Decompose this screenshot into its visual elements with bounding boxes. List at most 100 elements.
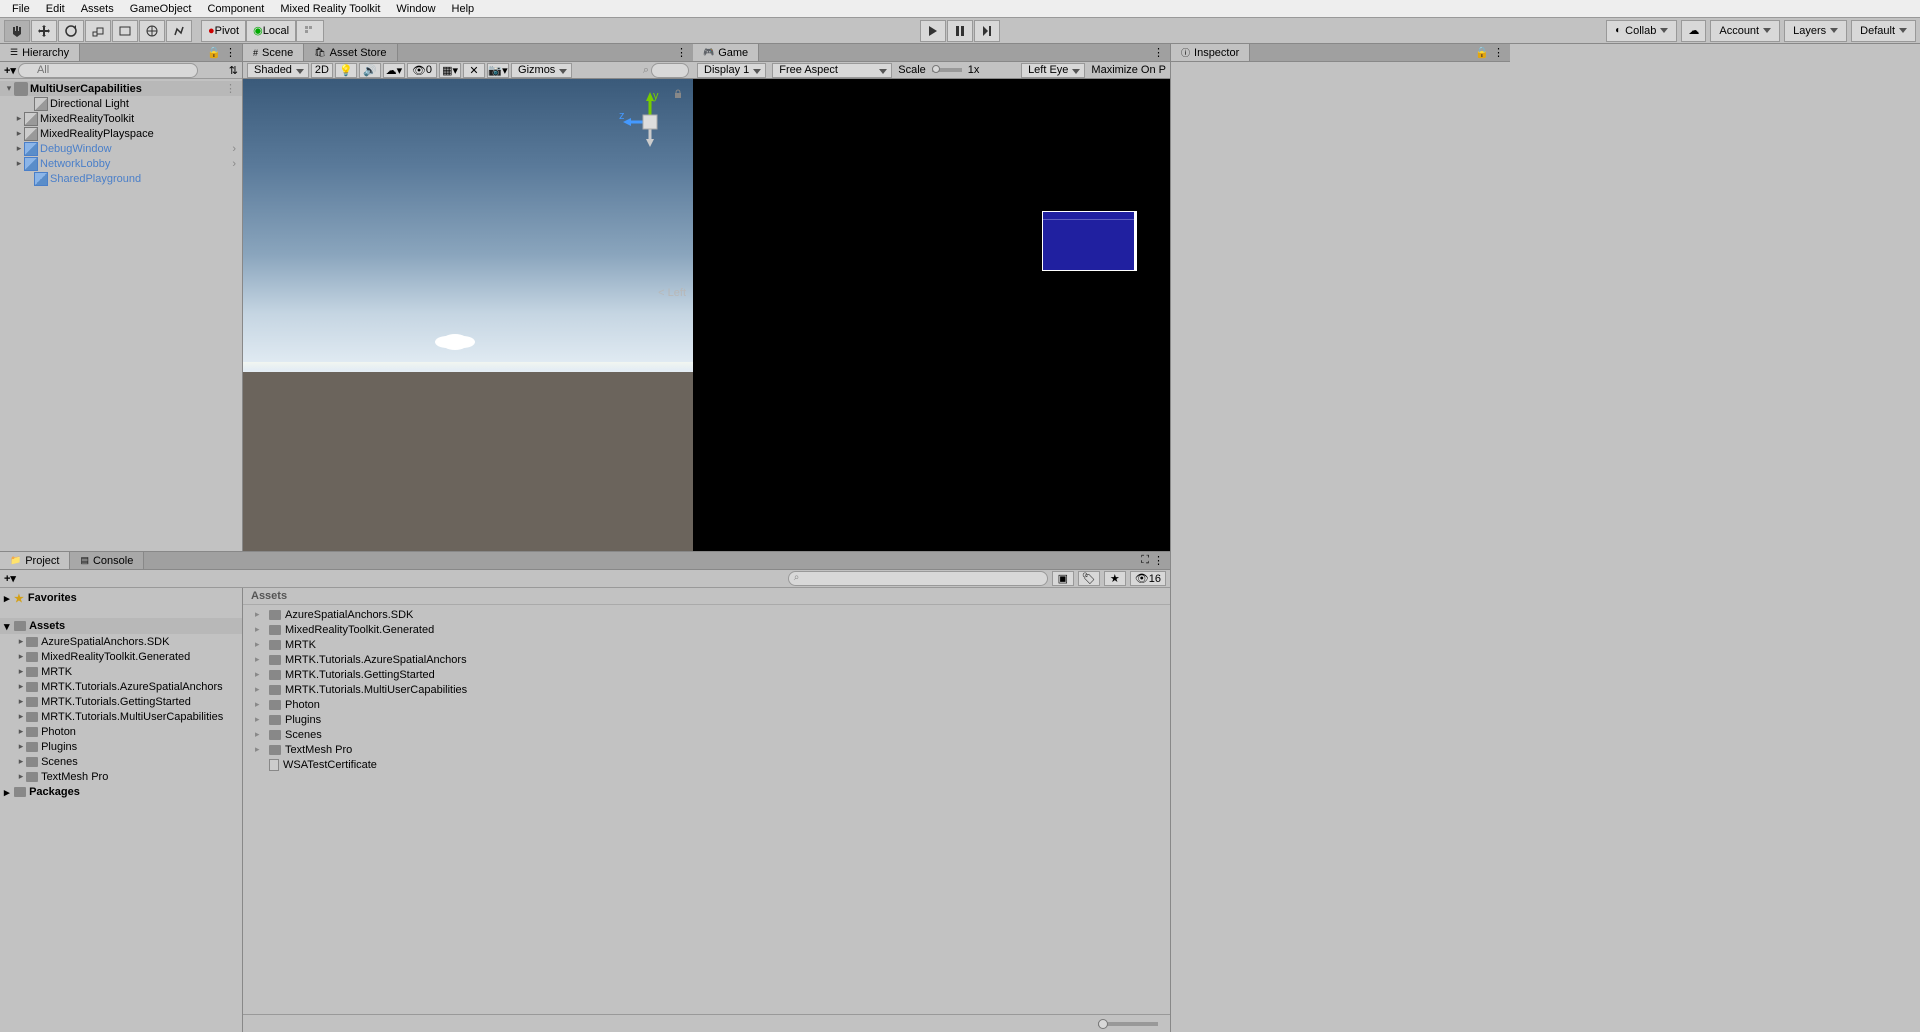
asset-folder[interactable]: ▸MRTK.Tutorials.MultiUserCapabilities xyxy=(243,682,1170,697)
hierarchy-item[interactable]: ▸NetworkLobby› xyxy=(0,156,242,171)
asset-folder[interactable]: ▸MixedRealityToolkit.Generated xyxy=(243,622,1170,637)
scale-tool[interactable] xyxy=(85,20,111,42)
layout-dropdown[interactable]: Default xyxy=(1851,20,1916,42)
hierarchy-search-input[interactable] xyxy=(18,63,198,78)
game-viewport[interactable] xyxy=(693,79,1170,551)
item-menu-icon[interactable]: ⋮ xyxy=(225,82,236,95)
filter-by-label[interactable]: 🏷 xyxy=(1078,571,1100,586)
local-toggle[interactable]: ◉Local xyxy=(246,20,296,42)
zoom-slider[interactable] xyxy=(1098,1022,1158,1026)
play-button[interactable] xyxy=(920,20,946,42)
cloud-button[interactable]: ☁ xyxy=(1681,20,1706,42)
menu-help[interactable]: Help xyxy=(444,3,483,15)
asset-file[interactable]: WSATestCertificate xyxy=(243,757,1170,772)
panel-menu-icon[interactable]: ⋮ xyxy=(1153,46,1164,59)
menu-assets[interactable]: Assets xyxy=(73,3,122,15)
pause-button[interactable] xyxy=(947,20,973,42)
maximize-toggle[interactable]: Maximize On P xyxy=(1091,64,1166,76)
tab-hierarchy[interactable]: ☰Hierarchy xyxy=(0,44,80,61)
hierarchy-scene-root[interactable]: ▾MultiUserCapabilities ⋮ xyxy=(0,81,242,96)
panel-menu-icon[interactable]: ⋮ xyxy=(676,46,687,59)
rect-tool[interactable] xyxy=(112,20,138,42)
tab-console[interactable]: ▤Console xyxy=(70,552,144,569)
menu-edit[interactable]: Edit xyxy=(38,3,73,15)
menu-component[interactable]: Component xyxy=(199,3,272,15)
project-search-input[interactable] xyxy=(788,571,1048,586)
audio-toggle[interactable]: 🔊 xyxy=(359,63,381,78)
pivot-toggle[interactable]: ●Pivot xyxy=(201,20,246,42)
project-tree-item[interactable]: ▸ MRTK.Tutorials.AzureSpatialAnchors xyxy=(0,679,242,694)
hierarchy-item[interactable]: Directional Light xyxy=(0,96,242,111)
hidden-packages[interactable]: 👁16 xyxy=(1130,571,1166,586)
hierarchy-item[interactable]: SharedPlayground xyxy=(0,171,242,186)
panel-menu-icon[interactable]: ⋮ xyxy=(1153,554,1164,567)
asset-folder[interactable]: ▸Scenes xyxy=(243,727,1170,742)
account-dropdown[interactable]: Account xyxy=(1710,20,1780,42)
asset-folder[interactable]: ▸AzureSpatialAnchors.SDK xyxy=(243,607,1170,622)
project-tree-item[interactable]: ▸ MixedRealityToolkit.Generated xyxy=(0,649,242,664)
aspect-dropdown[interactable]: Free Aspect xyxy=(772,63,892,78)
lighting-toggle[interactable]: 💡 xyxy=(335,63,357,78)
project-breadcrumb[interactable]: Assets xyxy=(243,588,1170,605)
project-tree-item[interactable]: ▸ TextMesh Pro xyxy=(0,769,242,784)
move-tool[interactable] xyxy=(31,20,57,42)
filter-button[interactable]: ⇅ xyxy=(229,64,238,77)
hierarchy-item[interactable]: ▸MixedRealityToolkit xyxy=(0,111,242,126)
camera-toggle[interactable]: 📷▾ xyxy=(487,63,509,78)
panel-maximize-icon[interactable]: ⛶ xyxy=(1141,554,1149,567)
assets-root[interactable]: ▾ Assets xyxy=(0,618,242,634)
hierarchy-item[interactable]: ▸MixedRealityPlayspace xyxy=(0,126,242,141)
panel-menu-icon[interactable]: ⋮ xyxy=(225,46,236,59)
hand-tool[interactable] xyxy=(4,20,30,42)
step-button[interactable] xyxy=(974,20,1000,42)
tab-scene[interactable]: #Scene xyxy=(243,44,304,61)
project-tree-item[interactable]: ▸ Photon xyxy=(0,724,242,739)
save-search[interactable]: ★ xyxy=(1104,571,1126,586)
menu-file[interactable]: File xyxy=(4,3,38,15)
packages-root[interactable]: ▸ Packages xyxy=(0,784,242,800)
project-tree-item[interactable]: ▸ AzureSpatialAnchors.SDK xyxy=(0,634,242,649)
grid-toggle[interactable]: ▦▾ xyxy=(439,63,461,78)
asset-folder[interactable]: ▸Photon xyxy=(243,697,1170,712)
panel-lock-icon[interactable]: 🔒 xyxy=(207,46,221,59)
panel-menu-icon[interactable]: ⋮ xyxy=(1493,46,1504,59)
project-tree-item[interactable]: ▸ Plugins xyxy=(0,739,242,754)
layers-dropdown[interactable]: Layers xyxy=(1784,20,1847,42)
tab-game[interactable]: 🎮Game xyxy=(693,44,759,61)
asset-folder[interactable]: ▸Plugins xyxy=(243,712,1170,727)
custom-tool[interactable] xyxy=(166,20,192,42)
display-dropdown[interactable]: Display 1 xyxy=(697,63,766,78)
hierarchy-item[interactable]: ▸DebugWindow› xyxy=(0,141,242,156)
asset-folder[interactable]: ▸MRTK.Tutorials.GettingStarted xyxy=(243,667,1170,682)
project-tree-item[interactable]: ▸ MRTK.Tutorials.MultiUserCapabilities xyxy=(0,709,242,724)
project-tree-item[interactable]: ▸ Scenes xyxy=(0,754,242,769)
hidden-toggle[interactable]: 👁0 xyxy=(407,63,437,78)
eye-dropdown[interactable]: Left Eye xyxy=(1021,63,1085,78)
transform-tool[interactable] xyxy=(139,20,165,42)
shading-dropdown[interactable]: Shaded xyxy=(247,63,309,78)
scene-search-input[interactable] xyxy=(651,63,689,78)
create-dropdown[interactable]: +▾ xyxy=(4,572,16,585)
tab-asset-store[interactable]: 🛍Asset Store xyxy=(304,44,397,61)
asset-folder[interactable]: ▸MRTK xyxy=(243,637,1170,652)
tab-inspector[interactable]: ⓘInspector xyxy=(1171,44,1250,61)
menu-gameobject[interactable]: GameObject xyxy=(122,3,200,15)
menu-mrtk[interactable]: Mixed Reality Toolkit xyxy=(272,3,388,15)
2d-toggle[interactable]: 2D xyxy=(311,63,333,78)
gizmo-lock-icon[interactable] xyxy=(673,89,683,99)
project-tree-item[interactable]: ▸ MRTK xyxy=(0,664,242,679)
tab-project[interactable]: 📁Project xyxy=(0,552,70,569)
collab-dropdown[interactable]: ◐Collab xyxy=(1606,20,1677,42)
snap-toggle[interactable] xyxy=(296,20,324,42)
orientation-gizmo[interactable]: y z xyxy=(615,87,685,157)
asset-folder[interactable]: ▸TextMesh Pro xyxy=(243,742,1170,757)
asset-folder[interactable]: ▸MRTK.Tutorials.AzureSpatialAnchors xyxy=(243,652,1170,667)
fx-toggle[interactable]: ☁▾ xyxy=(383,63,405,78)
rotate-tool[interactable] xyxy=(58,20,84,42)
create-dropdown[interactable]: +▾ xyxy=(4,64,16,77)
project-tree-item[interactable]: ▸ MRTK.Tutorials.GettingStarted xyxy=(0,694,242,709)
panel-lock-icon[interactable]: 🔒 xyxy=(1475,46,1489,59)
favorites-root[interactable]: ▸★Favorites xyxy=(0,590,242,606)
menu-window[interactable]: Window xyxy=(388,3,443,15)
filter-by-type[interactable]: ▣ xyxy=(1052,571,1074,586)
